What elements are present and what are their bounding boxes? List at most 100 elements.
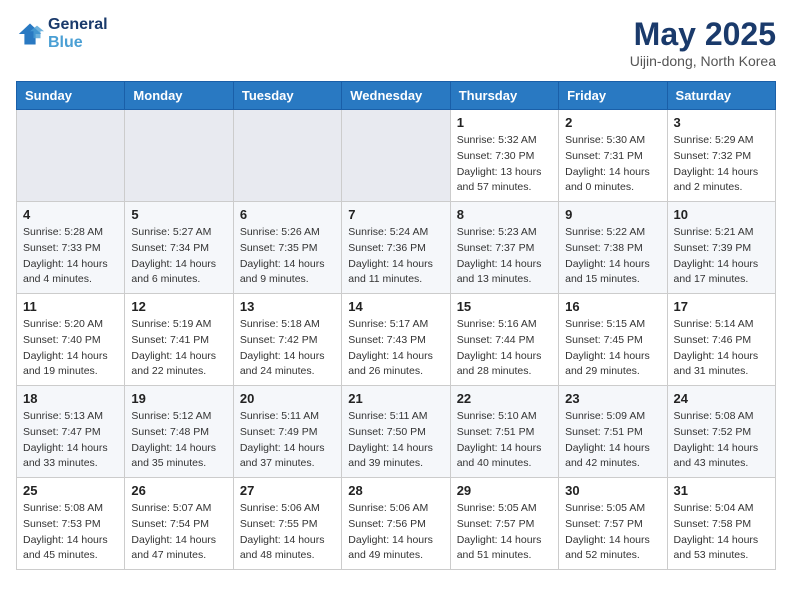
calendar-cell bbox=[125, 110, 233, 202]
calendar-cell: 19 Sunrise: 5:12 AM Sunset: 7:48 PM Dayli… bbox=[125, 386, 233, 478]
day-info: Sunrise: 5:14 AM Sunset: 7:46 PM Dayligh… bbox=[674, 317, 769, 380]
calendar-table: SundayMondayTuesdayWednesdayThursdayFrid… bbox=[16, 81, 776, 570]
day-number: 21 bbox=[348, 391, 443, 406]
calendar-cell: 3 Sunrise: 5:29 AM Sunset: 7:32 PM Daylig… bbox=[667, 110, 775, 202]
day-number: 11 bbox=[23, 299, 118, 314]
day-info: Sunrise: 5:06 AM Sunset: 7:56 PM Dayligh… bbox=[348, 501, 443, 564]
day-info: Sunrise: 5:22 AM Sunset: 7:38 PM Dayligh… bbox=[565, 225, 660, 288]
calendar-cell bbox=[17, 110, 125, 202]
day-number: 6 bbox=[240, 207, 335, 222]
calendar-cell: 16 Sunrise: 5:15 AM Sunset: 7:45 PM Dayli… bbox=[559, 294, 667, 386]
day-number: 16 bbox=[565, 299, 660, 314]
logo-text-line1: General bbox=[48, 16, 108, 34]
weekday-header-sunday: Sunday bbox=[17, 82, 125, 110]
logo: General Blue bbox=[16, 16, 108, 52]
day-number: 15 bbox=[457, 299, 552, 314]
day-info: Sunrise: 5:24 AM Sunset: 7:36 PM Dayligh… bbox=[348, 225, 443, 288]
day-info: Sunrise: 5:09 AM Sunset: 7:51 PM Dayligh… bbox=[565, 409, 660, 472]
day-info: Sunrise: 5:15 AM Sunset: 7:45 PM Dayligh… bbox=[565, 317, 660, 380]
day-number: 25 bbox=[23, 483, 118, 498]
day-number: 27 bbox=[240, 483, 335, 498]
day-number: 7 bbox=[348, 207, 443, 222]
day-number: 18 bbox=[23, 391, 118, 406]
calendar-cell: 4Sunrise: 5:28 AM Sunset: 7:33 PM Daylig… bbox=[17, 202, 125, 294]
day-info: Sunrise: 5:11 AM Sunset: 7:50 PM Dayligh… bbox=[348, 409, 443, 472]
calendar-week-2: 4Sunrise: 5:28 AM Sunset: 7:33 PM Daylig… bbox=[17, 202, 776, 294]
logo-text-line2: Blue bbox=[48, 34, 108, 52]
day-number: 22 bbox=[457, 391, 552, 406]
calendar-cell: 10 Sunrise: 5:21 AM Sunset: 7:39 PM Dayli… bbox=[667, 202, 775, 294]
calendar-cell bbox=[342, 110, 450, 202]
weekday-header-tuesday: Tuesday bbox=[233, 82, 341, 110]
calendar-cell: 15 Sunrise: 5:16 AM Sunset: 7:44 PM Dayli… bbox=[450, 294, 558, 386]
day-info: Sunrise: 5:30 AM Sunset: 7:31 PM Dayligh… bbox=[565, 133, 660, 196]
calendar-week-3: 11Sunrise: 5:20 AM Sunset: 7:40 PM Dayli… bbox=[17, 294, 776, 386]
day-info: Sunrise: 5:06 AM Sunset: 7:55 PM Dayligh… bbox=[240, 501, 335, 564]
day-number: 9 bbox=[565, 207, 660, 222]
calendar-cell: 20Sunrise: 5:11 AM Sunset: 7:49 PM Dayli… bbox=[233, 386, 341, 478]
day-number: 8 bbox=[457, 207, 552, 222]
day-info: Sunrise: 5:29 AM Sunset: 7:32 PM Dayligh… bbox=[674, 133, 769, 196]
calendar-week-5: 25Sunrise: 5:08 AM Sunset: 7:53 PM Dayli… bbox=[17, 478, 776, 570]
calendar-cell: 11Sunrise: 5:20 AM Sunset: 7:40 PM Dayli… bbox=[17, 294, 125, 386]
day-info: Sunrise: 5:12 AM Sunset: 7:48 PM Dayligh… bbox=[131, 409, 226, 472]
day-info: Sunrise: 5:07 AM Sunset: 7:54 PM Dayligh… bbox=[131, 501, 226, 564]
calendar-cell: 31 Sunrise: 5:04 AM Sunset: 7:58 PM Dayli… bbox=[667, 478, 775, 570]
day-info: Sunrise: 5:08 AM Sunset: 7:52 PM Dayligh… bbox=[674, 409, 769, 472]
calendar-cell: 30 Sunrise: 5:05 AM Sunset: 7:57 PM Dayli… bbox=[559, 478, 667, 570]
calendar-header-row: SundayMondayTuesdayWednesdayThursdayFrid… bbox=[17, 82, 776, 110]
day-info: Sunrise: 5:05 AM Sunset: 7:57 PM Dayligh… bbox=[565, 501, 660, 564]
calendar-cell: 13 Sunrise: 5:18 AM Sunset: 7:42 PM Dayli… bbox=[233, 294, 341, 386]
weekday-header-friday: Friday bbox=[559, 82, 667, 110]
calendar-cell: 26 Sunrise: 5:07 AM Sunset: 7:54 PM Dayli… bbox=[125, 478, 233, 570]
calendar-cell: 23 Sunrise: 5:09 AM Sunset: 7:51 PM Dayli… bbox=[559, 386, 667, 478]
day-number: 19 bbox=[131, 391, 226, 406]
weekday-header-wednesday: Wednesday bbox=[342, 82, 450, 110]
calendar-cell: 22Sunrise: 5:10 AM Sunset: 7:51 PM Dayli… bbox=[450, 386, 558, 478]
day-number: 10 bbox=[674, 207, 769, 222]
day-number: 23 bbox=[565, 391, 660, 406]
calendar-cell: 1Sunrise: 5:32 AM Sunset: 7:30 PM Daylig… bbox=[450, 110, 558, 202]
day-number: 17 bbox=[674, 299, 769, 314]
calendar-cell: 9 Sunrise: 5:22 AM Sunset: 7:38 PM Daylig… bbox=[559, 202, 667, 294]
calendar-cell: 8 Sunrise: 5:23 AM Sunset: 7:37 PM Daylig… bbox=[450, 202, 558, 294]
page-header: General Blue May 2025 Uijin-dong, North … bbox=[16, 16, 776, 69]
day-number: 14 bbox=[348, 299, 443, 314]
calendar-cell: 28 Sunrise: 5:06 AM Sunset: 7:56 PM Dayli… bbox=[342, 478, 450, 570]
day-number: 26 bbox=[131, 483, 226, 498]
day-number: 31 bbox=[674, 483, 769, 498]
day-info: Sunrise: 5:17 AM Sunset: 7:43 PM Dayligh… bbox=[348, 317, 443, 380]
day-info: Sunrise: 5:26 AM Sunset: 7:35 PM Dayligh… bbox=[240, 225, 335, 288]
calendar-week-4: 18Sunrise: 5:13 AM Sunset: 7:47 PM Dayli… bbox=[17, 386, 776, 478]
day-number: 30 bbox=[565, 483, 660, 498]
calendar-cell: 17 Sunrise: 5:14 AM Sunset: 7:46 PM Dayli… bbox=[667, 294, 775, 386]
day-info: Sunrise: 5:18 AM Sunset: 7:42 PM Dayligh… bbox=[240, 317, 335, 380]
day-info: Sunrise: 5:04 AM Sunset: 7:58 PM Dayligh… bbox=[674, 501, 769, 564]
weekday-header-thursday: Thursday bbox=[450, 82, 558, 110]
day-info: Sunrise: 5:16 AM Sunset: 7:44 PM Dayligh… bbox=[457, 317, 552, 380]
day-number: 13 bbox=[240, 299, 335, 314]
day-number: 5 bbox=[131, 207, 226, 222]
weekday-header-saturday: Saturday bbox=[667, 82, 775, 110]
day-number: 29 bbox=[457, 483, 552, 498]
day-number: 28 bbox=[348, 483, 443, 498]
calendar-cell: 25Sunrise: 5:08 AM Sunset: 7:53 PM Dayli… bbox=[17, 478, 125, 570]
day-info: Sunrise: 5:19 AM Sunset: 7:41 PM Dayligh… bbox=[131, 317, 226, 380]
calendar-cell: 27 Sunrise: 5:06 AM Sunset: 7:55 PM Dayli… bbox=[233, 478, 341, 570]
day-number: 20 bbox=[240, 391, 335, 406]
calendar-cell: 6 Sunrise: 5:26 AM Sunset: 7:35 PM Daylig… bbox=[233, 202, 341, 294]
calendar-cell: 14 Sunrise: 5:17 AM Sunset: 7:43 PM Dayli… bbox=[342, 294, 450, 386]
weekday-header-monday: Monday bbox=[125, 82, 233, 110]
day-info: Sunrise: 5:21 AM Sunset: 7:39 PM Dayligh… bbox=[674, 225, 769, 288]
day-number: 2 bbox=[565, 115, 660, 130]
calendar-cell: 18Sunrise: 5:13 AM Sunset: 7:47 PM Dayli… bbox=[17, 386, 125, 478]
day-info: Sunrise: 5:27 AM Sunset: 7:34 PM Dayligh… bbox=[131, 225, 226, 288]
day-number: 3 bbox=[674, 115, 769, 130]
day-info: Sunrise: 5:23 AM Sunset: 7:37 PM Dayligh… bbox=[457, 225, 552, 288]
day-number: 24 bbox=[674, 391, 769, 406]
title-section: May 2025 Uijin-dong, North Korea bbox=[630, 16, 776, 69]
calendar-cell: 7 Sunrise: 5:24 AM Sunset: 7:36 PM Daylig… bbox=[342, 202, 450, 294]
month-title: May 2025 bbox=[630, 16, 776, 53]
calendar-week-1: 1Sunrise: 5:32 AM Sunset: 7:30 PM Daylig… bbox=[17, 110, 776, 202]
calendar-cell: 29Sunrise: 5:05 AM Sunset: 7:57 PM Dayli… bbox=[450, 478, 558, 570]
